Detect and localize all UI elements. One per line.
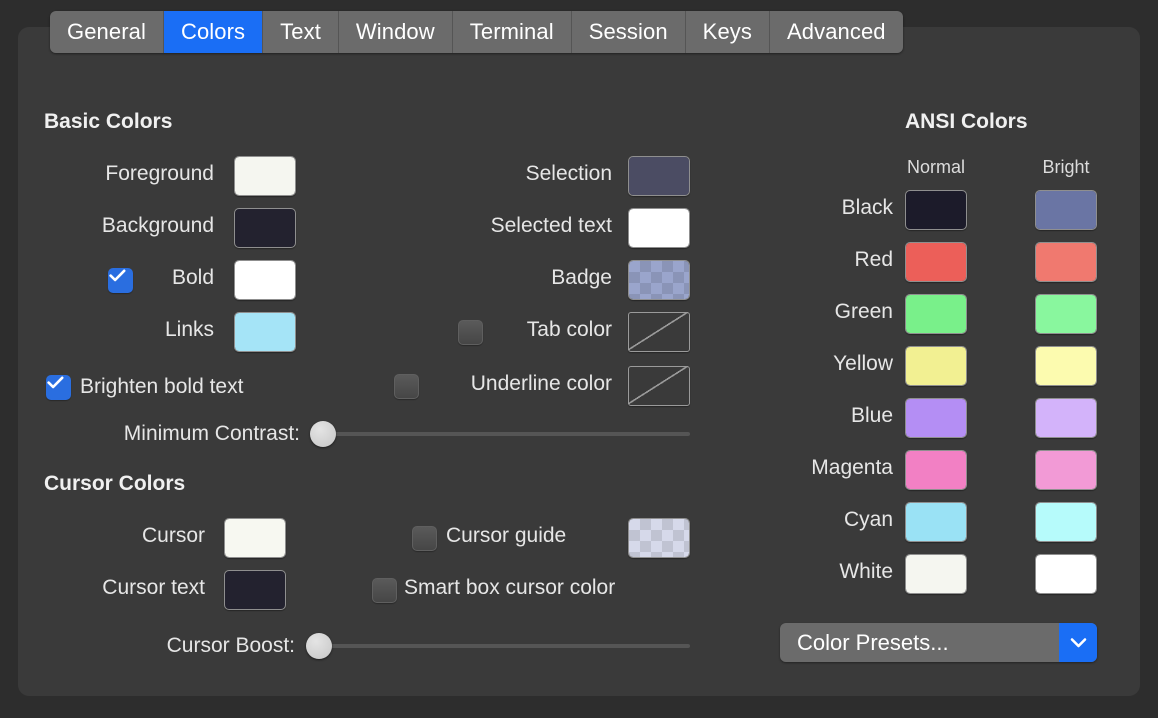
basic-colors-title: Basic Colors (44, 110, 173, 133)
checkbox-cursor-guide[interactable] (412, 526, 437, 551)
tab-session[interactable]: Session (571, 11, 686, 53)
swatch-cursor-text[interactable] (224, 570, 286, 610)
cursor-colors-title: Cursor Colors (44, 472, 186, 495)
ansi-row-label-green: Green (834, 300, 893, 323)
color-presets-label: Color Presets... (797, 629, 949, 655)
swatch-ansi-magenta-normal[interactable] (905, 450, 967, 490)
ansi-column-header-bright: Bright (1042, 157, 1090, 177)
swatch-ansi-green-bright[interactable] (1035, 294, 1097, 334)
tab-general[interactable]: General (50, 11, 164, 53)
ansi-row-label-red: Red (854, 248, 893, 271)
checkbox-tab-color[interactable] (458, 320, 483, 345)
basic-left-label-3: Links (164, 318, 214, 341)
swatch-foreground[interactable] (234, 156, 296, 196)
cursor-left-label-0: Cursor (141, 524, 205, 547)
swatch-links[interactable] (234, 312, 296, 352)
ansi-row-label-white: White (839, 560, 893, 583)
swatch-ansi-magenta-bright[interactable] (1035, 450, 1097, 490)
cursor-right-label-1: Smart box cursor color (404, 576, 616, 599)
swatch-bold[interactable] (234, 260, 296, 300)
swatch-ansi-red-normal[interactable] (905, 242, 967, 282)
minimum-contrast-slider-knob[interactable] (310, 421, 336, 447)
swatch-ansi-cyan-normal[interactable] (905, 502, 967, 542)
checkbox-underline-color[interactable] (394, 374, 419, 399)
basic-left-label-1: Background (101, 214, 214, 237)
tab-window[interactable]: Window (338, 11, 453, 53)
tab-keys[interactable]: Keys (685, 11, 770, 53)
basic-mid-label-0: Selection (525, 162, 612, 185)
ansi-row-label-black: Black (841, 196, 893, 219)
swatch-cursor[interactable] (224, 518, 286, 558)
ansi-row-label-blue: Blue (850, 404, 893, 427)
minimum-contrast-slider[interactable] (310, 421, 690, 447)
swatch-ansi-white-normal[interactable] (905, 554, 967, 594)
chevron-down-icon[interactable] (1059, 623, 1097, 662)
swatch-ansi-blue-bright[interactable] (1035, 398, 1097, 438)
ansi-row-label-cyan: Cyan (843, 508, 893, 531)
tab-colors[interactable]: Colors (163, 11, 264, 53)
basic-left-label-0: Foreground (105, 162, 214, 185)
checkbox-bold[interactable] (108, 268, 133, 293)
ansi-row-label-yellow: Yellow (833, 352, 893, 375)
ansi-row-label-magenta: Magenta (811, 456, 893, 479)
cursor-boost-label: Cursor Boost: (166, 634, 295, 657)
tab-text[interactable]: Text (263, 11, 339, 53)
minimum-contrast-slider-track (310, 432, 690, 436)
swatch-selection[interactable] (628, 156, 690, 196)
cursor-right-label-0: Cursor guide (446, 524, 567, 547)
cursor-left-label-1: Cursor text (102, 576, 205, 599)
cursor-boost-slider-track (306, 644, 690, 648)
cursor-boost-slider[interactable] (306, 633, 690, 659)
preferences-tab-bar: General Colors Text Window Terminal Session Ke… (50, 11, 903, 53)
checkbox-smart-box-cursor-color[interactable] (372, 578, 397, 603)
minimum-contrast-label: Minimum Contrast: (123, 422, 300, 445)
ansi-colors-title: ANSI Colors (905, 110, 1028, 133)
brighten-bold-text-label: Brighten bold text (80, 375, 244, 398)
swatch-ansi-cyan-bright[interactable] (1035, 502, 1097, 542)
checkbox-brighten-bold-text[interactable] (46, 375, 71, 400)
basic-mid-label-2: Badge (551, 266, 612, 289)
cursor-boost-slider-knob[interactable] (306, 633, 332, 659)
swatch-ansi-blue-normal[interactable] (905, 398, 967, 438)
swatch-ansi-yellow-normal[interactable] (905, 346, 967, 386)
tab-terminal[interactable]: Terminal (452, 11, 572, 53)
basic-mid-label-4: Underline color (470, 372, 612, 395)
basic-mid-label-1: Selected text (490, 214, 612, 237)
ansi-column-header-normal: Normal (906, 157, 965, 177)
swatch-ansi-black-bright[interactable] (1035, 190, 1097, 230)
swatch-ansi-black-normal[interactable] (905, 190, 967, 230)
swatch-ansi-red-bright[interactable] (1035, 242, 1097, 282)
swatch-ansi-yellow-bright[interactable] (1035, 346, 1097, 386)
swatch-ansi-green-normal[interactable] (905, 294, 967, 334)
swatch-ansi-white-bright[interactable] (1035, 554, 1097, 594)
tab-advanced[interactable]: Advanced (769, 11, 903, 53)
color-presets-button[interactable]: Color Presets... (780, 623, 1097, 662)
swatch-background[interactable] (234, 208, 296, 248)
